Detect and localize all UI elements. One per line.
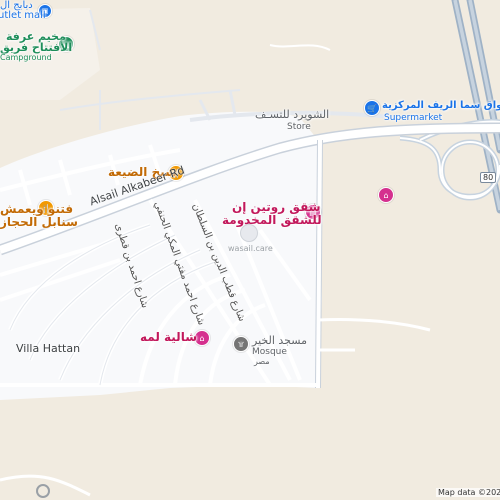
restaurant2-label-ar2[interactable]: سنابل الحجاز xyxy=(0,215,78,229)
supermarket-label-ar[interactable]: اسواق سما الريف المركزية xyxy=(382,100,500,111)
store-top-label-ar[interactable]: الشويرد للتسـف xyxy=(255,108,329,121)
apartments-label-ar[interactable]: شقق روتين إن xyxy=(232,200,321,214)
restaurant2-label-ar[interactable]: فتنو ويعمش xyxy=(0,202,73,216)
map-canvas[interactable]: 80 ▣ دبابج ال utlet mall ▲ مخيم عرفة الأ… xyxy=(0,0,500,500)
campground-label-en[interactable]: Campground xyxy=(0,53,52,62)
wasail-icon[interactable] xyxy=(240,224,258,242)
supermarket-label-en[interactable]: Supermarket xyxy=(384,113,442,123)
outlet-label-en[interactable]: utlet mall xyxy=(0,10,46,21)
mosque-sub-label[interactable]: مصر xyxy=(254,357,270,366)
apartments-label-ar2[interactable]: للشقق المخدومة xyxy=(222,213,322,227)
map-attribution: Map data ©2025 xyxy=(436,488,500,497)
villa-label-en[interactable]: Villa Hattan xyxy=(16,342,80,355)
mosque-icon[interactable]: ۩ xyxy=(233,336,249,352)
chalet-label-ar[interactable]: شالية لمه xyxy=(140,330,197,344)
compass-icon[interactable] xyxy=(36,484,50,498)
route-badge-text: 80 xyxy=(483,173,494,182)
wasail-label-en[interactable]: wasail.care xyxy=(228,244,273,253)
mosque-label-en[interactable]: Mosque xyxy=(252,347,287,357)
lodging-icon[interactable]: ⌂ xyxy=(378,187,394,203)
mosque-label-ar[interactable]: مسجد الخير xyxy=(252,334,307,347)
route-badge: 80 xyxy=(480,172,497,183)
shopping-cart-icon[interactable]: 🛒 xyxy=(364,100,380,116)
store-top-label-en[interactable]: Store xyxy=(287,122,311,132)
